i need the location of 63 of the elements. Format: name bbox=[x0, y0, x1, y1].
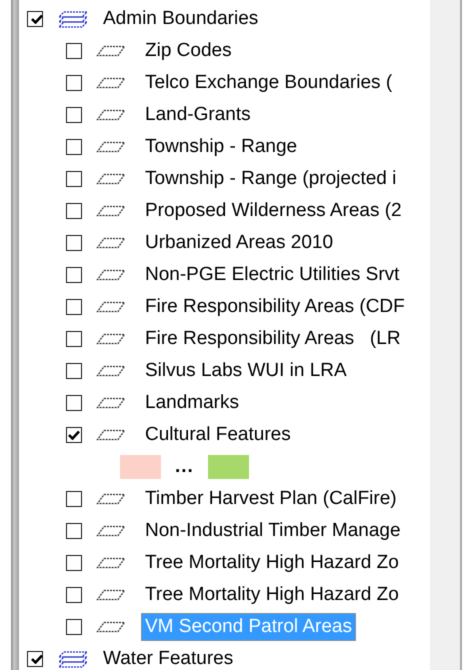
polygon-layer-icon bbox=[96, 269, 126, 281]
checkbox[interactable] bbox=[66, 139, 82, 155]
layer-name[interactable]: Tree Mortality High Hazard Zo bbox=[141, 549, 403, 577]
polygon-layer-icon bbox=[96, 365, 126, 377]
checkbox[interactable] bbox=[27, 651, 43, 667]
checkbox[interactable] bbox=[66, 171, 82, 187]
polygon-layer-icon bbox=[96, 589, 126, 601]
polygon-layer-icon bbox=[96, 45, 126, 57]
layer-group-icon bbox=[58, 649, 88, 669]
polygon-layer-icon bbox=[96, 493, 126, 505]
checkbox[interactable] bbox=[66, 587, 82, 603]
checkbox[interactable] bbox=[66, 523, 82, 539]
polygon-layer-icon bbox=[96, 429, 126, 441]
layer-name[interactable]: Township - Range bbox=[141, 133, 302, 161]
polygon-layer-icon bbox=[96, 557, 126, 569]
polygon-layer-icon bbox=[96, 621, 126, 633]
polygon-layer-icon bbox=[96, 397, 126, 409]
layer-name[interactable]: Fire Responsibility Areas (CDF bbox=[141, 293, 409, 321]
layer-name[interactable]: Timber Harvest Plan (CalFire) bbox=[141, 485, 401, 513]
layer-name[interactable]: Telco Exchange Boundaries ( bbox=[141, 69, 396, 97]
checkbox[interactable] bbox=[66, 491, 82, 507]
ellipsis-text: ... bbox=[175, 456, 194, 478]
layer-name[interactable]: Zip Codes bbox=[141, 37, 236, 65]
checkbox[interactable] bbox=[66, 203, 82, 219]
layer-name[interactable]: Silvus Labs WUI in LRA bbox=[141, 357, 351, 385]
checkbox[interactable] bbox=[66, 619, 82, 635]
layer-name[interactable]: Cultural Features bbox=[141, 421, 295, 449]
checkbox[interactable] bbox=[66, 75, 82, 91]
layer-name[interactable]: Township - Range (projected i bbox=[141, 165, 400, 193]
layer-name[interactable]: Landmarks bbox=[141, 389, 243, 417]
checkbox[interactable] bbox=[66, 555, 82, 571]
polygon-layer-icon bbox=[96, 173, 126, 185]
layer-name[interactable]: Tree Mortality High Hazard Zo bbox=[141, 581, 403, 609]
layer-name[interactable]: Proposed Wilderness Areas (2 bbox=[141, 197, 406, 225]
polygon-layer-icon bbox=[96, 333, 126, 345]
checkbox[interactable] bbox=[66, 427, 82, 443]
polygon-layer-icon bbox=[96, 525, 126, 537]
layer-name[interactable]: Urbanized Areas 2010 bbox=[141, 229, 338, 257]
layer-name[interactable]: Land-Grants bbox=[141, 101, 255, 129]
polygon-layer-icon bbox=[96, 301, 126, 313]
layer-name[interactable]: Water Features bbox=[99, 645, 238, 670]
polygon-layer-icon bbox=[96, 109, 126, 121]
layer-name[interactable]: Non-PGE Electric Utilities Srvt bbox=[141, 261, 404, 289]
layer-name[interactable]: Fire Responsibility Areas (LR bbox=[141, 325, 405, 353]
polygon-layer-icon bbox=[96, 205, 126, 217]
layer-name[interactable]: Admin Boundaries bbox=[99, 5, 262, 33]
checkbox[interactable] bbox=[66, 363, 82, 379]
polygon-layer-icon bbox=[96, 141, 126, 153]
layer-group-icon bbox=[58, 9, 88, 29]
checkbox[interactable] bbox=[66, 43, 82, 59]
checkbox[interactable] bbox=[27, 11, 43, 27]
checkbox[interactable] bbox=[66, 235, 82, 251]
checkbox[interactable] bbox=[66, 331, 82, 347]
checkbox[interactable] bbox=[66, 395, 82, 411]
check-icon bbox=[31, 14, 43, 24]
check-icon bbox=[68, 430, 80, 440]
checkbox[interactable] bbox=[66, 299, 82, 315]
polygon-layer-icon bbox=[96, 77, 126, 89]
check-icon bbox=[31, 654, 43, 664]
checkbox[interactable] bbox=[66, 267, 82, 283]
polygon-layer-icon bbox=[96, 237, 126, 249]
layer-name[interactable]: Non-Industrial Timber Manage bbox=[141, 517, 405, 545]
checkbox[interactable] bbox=[66, 107, 82, 123]
